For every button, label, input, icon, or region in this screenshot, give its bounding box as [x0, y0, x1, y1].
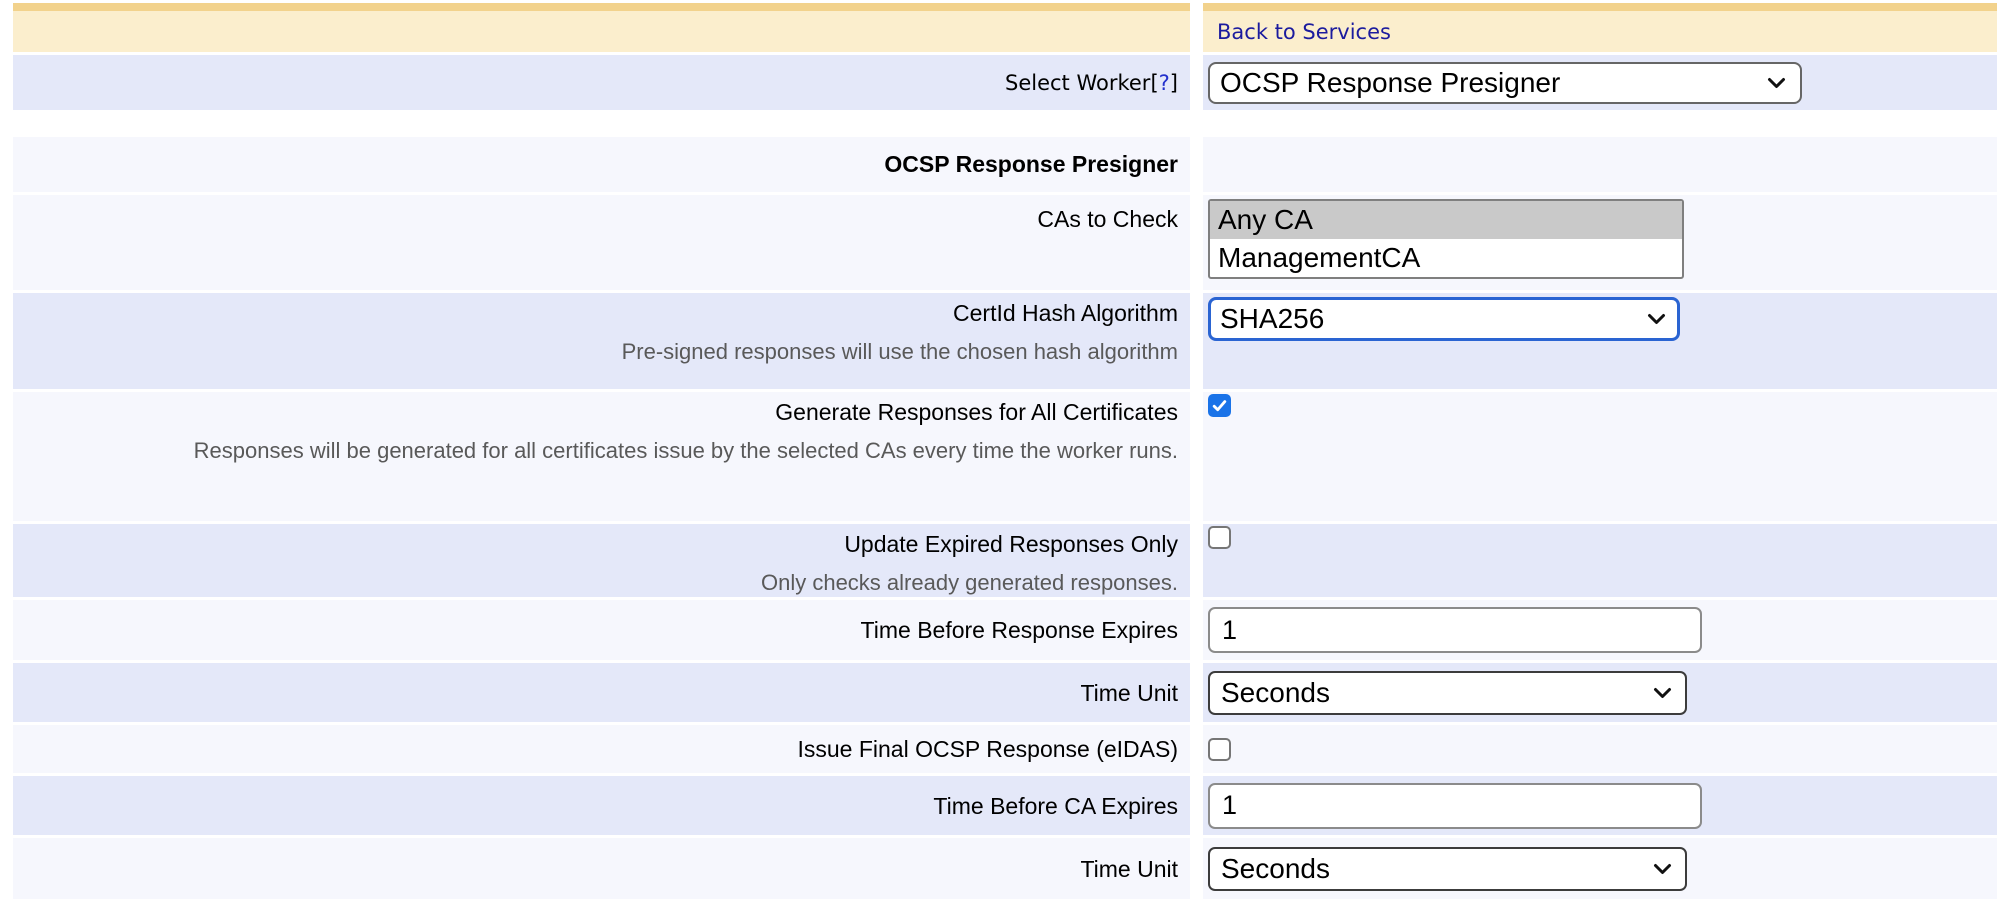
time-unit-response-value: Seconds	[1221, 677, 1330, 709]
hash-algorithm-help: Pre-signed responses will use the chosen…	[13, 337, 1178, 367]
time-unit-ca-row: Time Unit Seconds	[13, 838, 1997, 899]
generate-all-label: Generate Responses for All Certificates	[775, 399, 1178, 425]
form-title-row: OCSP Response Presigner	[13, 137, 1997, 192]
update-expired-row: Update Expired Responses Only Only check…	[13, 524, 1997, 597]
worker-select-value: OCSP Response Presigner	[1220, 67, 1560, 99]
chevron-down-icon	[1653, 687, 1672, 699]
hash-algorithm-select[interactable]: SHA256	[1208, 297, 1680, 341]
time-unit-ca-select[interactable]: Seconds	[1208, 847, 1687, 891]
chevron-down-icon	[1767, 77, 1786, 89]
banner-left-cell	[13, 3, 1190, 52]
hash-algorithm-value: SHA256	[1220, 303, 1324, 335]
select-worker-field-cell: OCSP Response Presigner	[1203, 55, 1997, 110]
chevron-down-icon	[1653, 863, 1672, 875]
hash-algorithm-label: CertId Hash Algorithm	[953, 300, 1178, 326]
issue-final-label: Issue Final OCSP Response (eIDAS)	[797, 736, 1178, 762]
cas-to-check-label: CAs to Check	[1037, 206, 1178, 232]
time-unit-ca-value: Seconds	[1221, 853, 1330, 885]
banner-row: Back to Services	[13, 3, 1997, 52]
update-expired-checkbox[interactable]	[1208, 526, 1231, 549]
select-worker-row: Select Worker[?] OCSP Response Presigner	[13, 55, 1997, 110]
time-before-ca-label: Time Before CA Expires	[933, 793, 1178, 819]
time-before-ca-row: Time Before CA Expires	[13, 776, 1997, 835]
generate-all-help: Responses will be generated for all cert…	[13, 436, 1178, 466]
worker-config-table: OCSP Response Presigner CAs to Check Any…	[0, 134, 2010, 902]
cas-to-check-listbox[interactable]: Any CA ManagementCA	[1208, 199, 1684, 279]
listbox-option-managementca[interactable]: ManagementCA	[1210, 239, 1682, 277]
time-unit-response-row: Time Unit Seconds	[13, 663, 1997, 722]
back-to-services-link[interactable]: Back to Services	[1208, 20, 1391, 44]
issue-final-row: Issue Final OCSP Response (eIDAS)	[13, 725, 1997, 773]
generate-all-checkbox[interactable]	[1208, 394, 1231, 417]
listbox-option-any-ca[interactable]: Any CA	[1210, 201, 1682, 239]
chevron-down-icon	[1647, 313, 1666, 325]
issue-final-checkbox[interactable]	[1208, 738, 1231, 761]
update-expired-help: Only checks already generated responses.	[13, 568, 1178, 598]
update-expired-label: Update Expired Responses Only	[844, 531, 1178, 557]
cas-to-check-row: CAs to Check Any CA ManagementCA	[13, 195, 1997, 290]
select-worker-label-cell: Select Worker[?]	[13, 55, 1190, 110]
form-title-cell: OCSP Response Presigner	[13, 137, 1190, 192]
time-before-response-input[interactable]	[1208, 607, 1702, 653]
time-before-ca-input[interactable]	[1208, 783, 1702, 829]
worker-select-dropdown[interactable]: OCSP Response Presigner	[1208, 62, 1802, 104]
time-unit-ca-label: Time Unit	[1080, 856, 1178, 882]
time-unit-response-select[interactable]: Seconds	[1208, 671, 1687, 715]
worker-selector-table: Back to Services Select Worker[?] OCSP R…	[0, 0, 2010, 113]
banner-right-cell: Back to Services	[1203, 3, 1997, 52]
hash-algorithm-row: CertId Hash Algorithm Pre-signed respons…	[13, 293, 1997, 389]
time-unit-response-label: Time Unit	[1080, 680, 1178, 706]
time-before-response-row: Time Before Response Expires	[13, 600, 1997, 660]
time-before-response-label: Time Before Response Expires	[861, 617, 1178, 643]
select-worker-label: Select Worker[?]	[1005, 71, 1178, 95]
form-title: OCSP Response Presigner	[884, 151, 1178, 177]
worker-help-link[interactable]: ?	[1159, 71, 1170, 95]
checkmark-icon	[1211, 397, 1228, 414]
generate-all-row: Generate Responses for All Certificates …	[13, 392, 1997, 521]
